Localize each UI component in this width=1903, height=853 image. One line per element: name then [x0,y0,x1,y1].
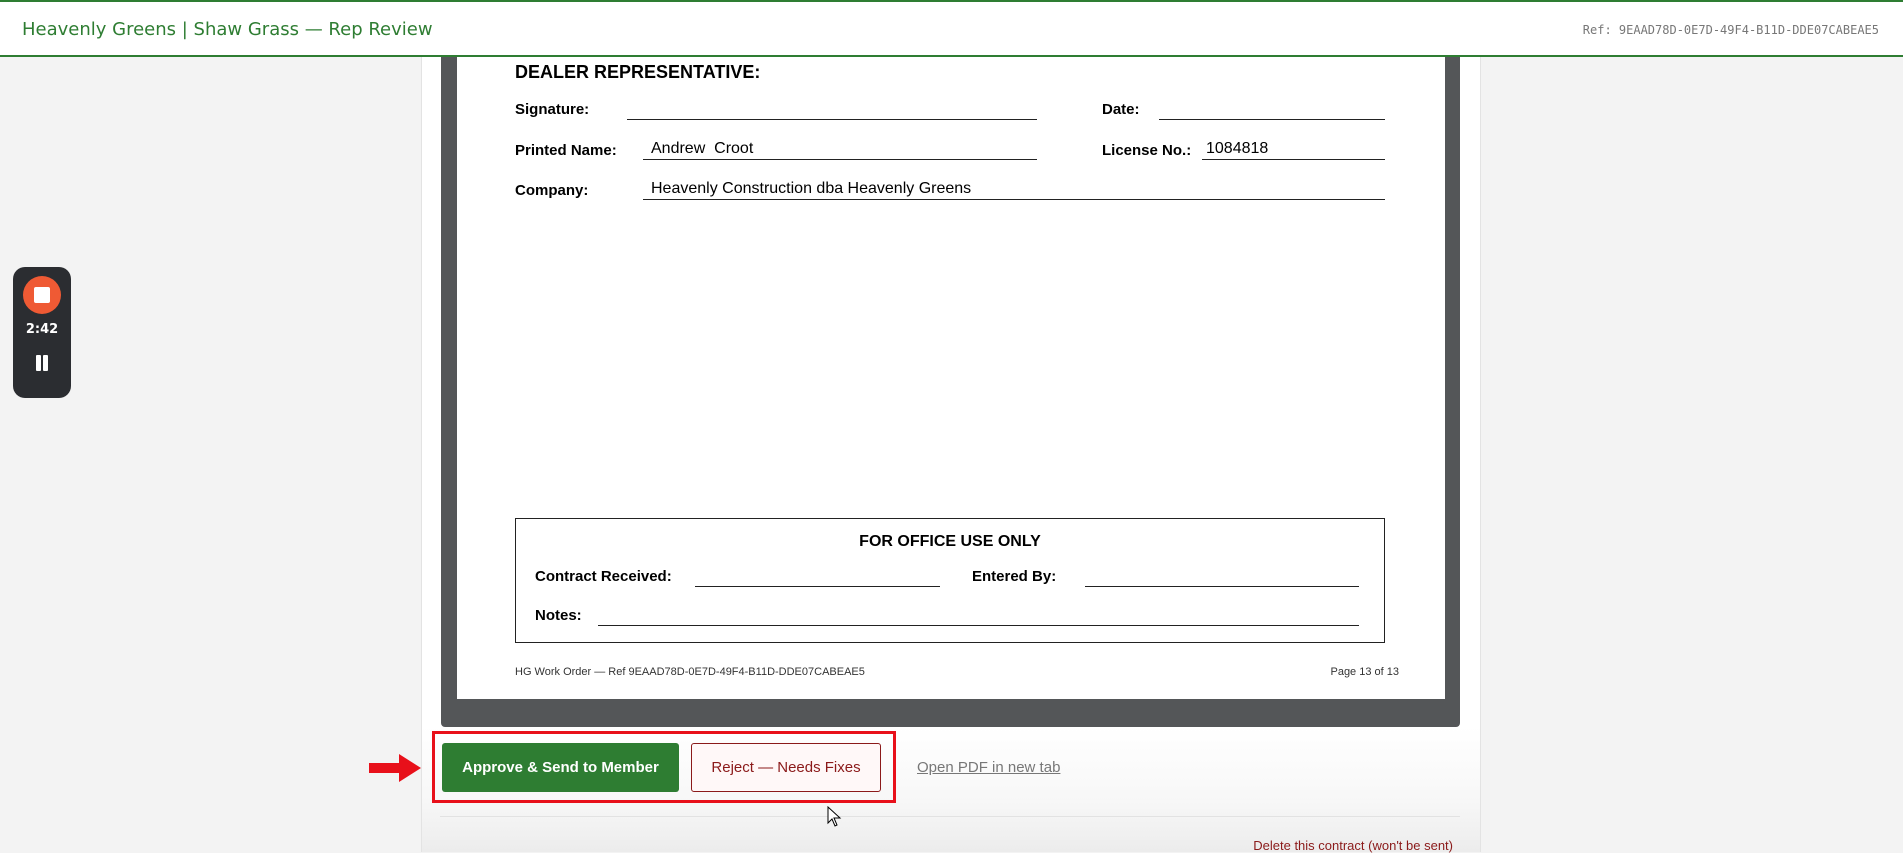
recording-timer: 2:42 [25,322,59,337]
contract-received-line [695,586,940,587]
company-line [643,199,1385,200]
app-title: Heavenly Greens | Shaw Grass — Rep Revie… [22,19,433,40]
license-label: License No.: [1102,142,1192,159]
reference-id: Ref: 9EAAD78D-0E7D-49F4-B11D-DDE07CABEAE… [1582,23,1879,37]
open-pdf-link[interactable]: Open PDF in new tab [917,759,1060,776]
divider [440,816,1460,817]
top-bar: Heavenly Greens | Shaw Grass — Rep Revie… [0,0,1903,57]
contract-received-label: Contract Received: [535,568,672,585]
pdf-footer-ref: HG Work Order — Ref 9EAAD78D-0E7D-49F4-B… [515,666,865,678]
pause-icon [36,355,41,371]
signature-label: Signature: [515,101,590,118]
delete-contract-link[interactable]: Delete this contract (won't be sent) [1253,838,1453,853]
date-line [1159,119,1385,120]
signature-line [627,119,1037,120]
pause-icon-bar [43,355,48,371]
pdf-page: DEALER REPRESENTATIVE: Signature: Date: … [457,57,1445,699]
screen-recorder-widget: 2:42 [13,267,71,398]
notes-label: Notes: [535,607,582,624]
date-label: Date: [1102,101,1140,118]
pause-recording-button[interactable] [31,351,53,375]
printed-name-value: Andrew Croot [651,140,754,157]
office-use-box: FOR OFFICE USE ONLY Contract Received: E… [515,518,1385,643]
office-use-title: FOR OFFICE USE ONLY [859,533,1041,550]
printed-name-line [643,159,1037,160]
section-heading: DEALER REPRESENTATIVE: [515,62,761,82]
reject-needs-fixes-button[interactable]: Reject — Needs Fixes [691,743,881,792]
pdf-page-number: Page 13 of 13 [1330,666,1399,678]
approve-send-button[interactable]: Approve & Send to Member [442,743,679,792]
company-label: Company: [515,182,589,199]
notes-line [598,625,1359,626]
stop-recording-button[interactable] [23,276,61,314]
license-line [1202,159,1385,160]
annotation-arrow-icon [369,754,421,782]
mouse-cursor-icon [827,806,842,827]
license-value: 1084818 [1206,140,1269,157]
stop-icon [34,287,50,303]
printed-name-label: Printed Name: [515,142,617,159]
entered-by-line [1085,586,1359,587]
entered-by-label: Entered By: [972,568,1057,585]
company-value: Heavenly Construction dba Heavenly Green… [651,180,972,197]
